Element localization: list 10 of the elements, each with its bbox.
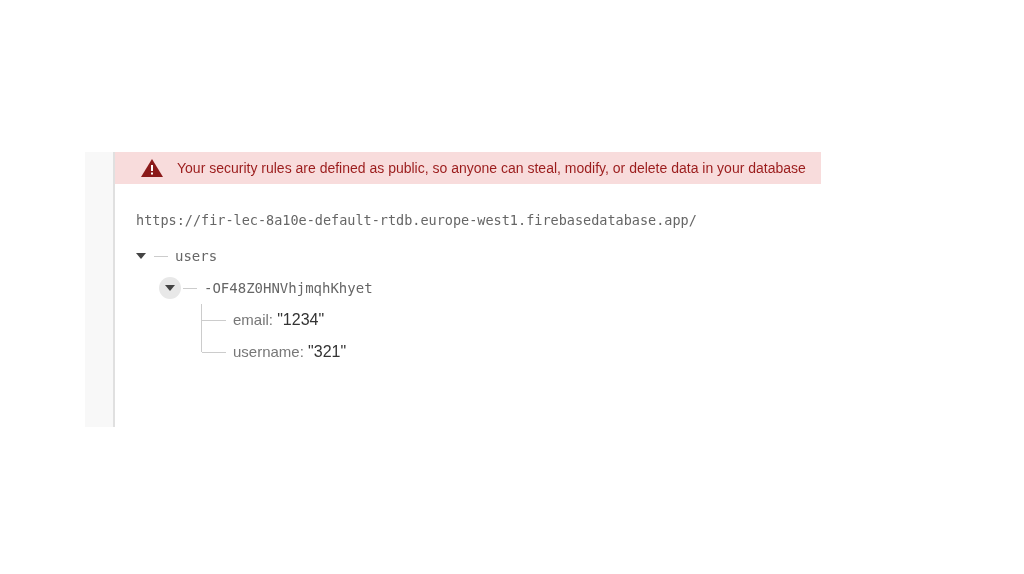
caret-icon — [165, 285, 175, 291]
node-key[interactable]: users — [175, 248, 218, 264]
caret-icon — [136, 253, 146, 259]
database-url: https://fir-lec-8a10e-default-rtdb.europe-west1.firebasedatabase.app/ — [136, 212, 698, 228]
value-entry[interactable]: email: "1234" — [233, 311, 325, 329]
warning-icon — [141, 159, 163, 177]
warning-text: Your security rules are defined as public, so anyone can steal, modify, or delete data in your database — [177, 160, 806, 176]
collapse-toggle[interactable] — [159, 277, 181, 299]
node-key[interactable]: -OF48Z0HNVhjmqhKhyet — [204, 280, 373, 296]
value-entry[interactable]: username: "321" — [233, 343, 347, 361]
